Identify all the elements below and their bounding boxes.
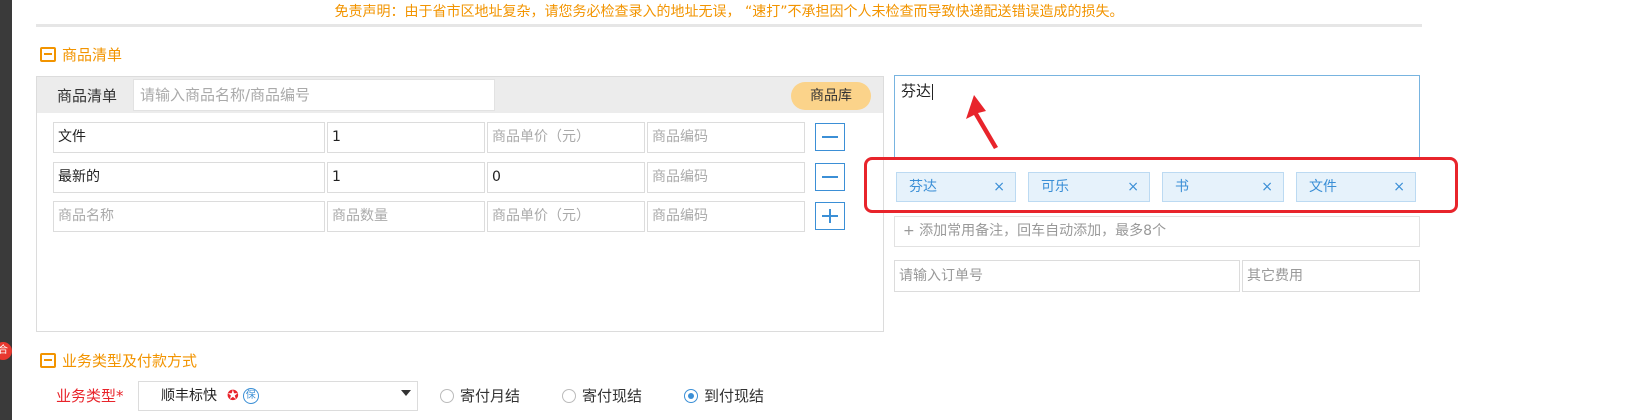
payment-option-sender-cash[interactable]: 寄付现结: [562, 385, 642, 406]
business-type-value: 顺丰标快: [161, 388, 217, 404]
list-icon: [40, 47, 56, 62]
business-type-select[interactable]: 顺丰标快 ✪ 保: [138, 381, 418, 411]
goods-name-field[interactable]: 最新的: [53, 162, 325, 193]
goods-code-field[interactable]: 商品编码: [647, 162, 805, 193]
goods-section-title-text: 商品清单: [62, 46, 123, 64]
remove-row-button[interactable]: [815, 123, 845, 151]
order-number-input[interactable]: [894, 260, 1240, 292]
payment-option-cod[interactable]: 到付现结: [684, 385, 764, 406]
payment-option-monthly[interactable]: 寄付月结: [440, 385, 520, 406]
goods-price-field[interactable]: 0: [487, 162, 645, 193]
business-type-label: 业务类型*: [56, 387, 124, 405]
business-section-title: 业务类型及付款方式: [40, 350, 197, 371]
minus-icon: [822, 136, 838, 138]
goods-price-field[interactable]: 商品单价（元）: [487, 122, 645, 153]
goods-header: 商品清单 商品库: [37, 77, 883, 113]
remark-text: 芬达: [901, 82, 932, 100]
goods-library-button[interactable]: 商品库: [791, 82, 871, 110]
radio-icon: [562, 388, 576, 403]
chevron-down-icon: [401, 390, 411, 396]
business-icon: [40, 353, 56, 368]
goods-section-title: 商品清单: [40, 44, 122, 65]
payment-option-label: 寄付现结: [582, 387, 643, 405]
highlight-box: [864, 157, 1458, 213]
disclaimer-text: 免责声明：由于省市区地址复杂，请您务必检查录入的地址无误， “速打”不承担因个人…: [334, 4, 1124, 20]
arrow-annotation-icon: [966, 95, 998, 149]
goods-name-field[interactable]: 商品名称: [53, 201, 325, 232]
goods-qty-field[interactable]: 商品数量: [327, 201, 485, 232]
other-fee-input[interactable]: [1242, 260, 1420, 292]
goods-name-field[interactable]: 文件: [53, 122, 325, 153]
remove-row-button[interactable]: [815, 163, 845, 191]
add-remark-field[interactable]: + 添加常用备注，回车自动添加，最多8个: [894, 216, 1420, 247]
goods-search-input[interactable]: [133, 79, 495, 111]
plus-icon: [829, 209, 831, 223]
goods-code-field[interactable]: 商品编码: [647, 122, 805, 153]
radio-icon: [440, 388, 454, 403]
goods-qty-field[interactable]: 1: [327, 122, 485, 153]
goods-header-label: 商品清单: [57, 87, 118, 105]
payment-option-label: 寄付月结: [460, 387, 521, 405]
add-row-button[interactable]: [815, 202, 845, 230]
goods-qty-field[interactable]: 1: [327, 162, 485, 193]
star-icon: ✪: [227, 388, 239, 404]
goods-list-panel: 商品清单 商品库 文件 1 商品单价（元） 商品编码 最新的 1 0 商品编码 …: [36, 76, 884, 332]
radio-selected-icon: [684, 388, 698, 403]
goods-code-field[interactable]: 商品编码: [647, 201, 805, 232]
goods-price-field[interactable]: 商品单价（元）: [487, 201, 645, 232]
divider: [36, 24, 1422, 27]
text-caret: [932, 83, 934, 100]
minus-icon: [822, 176, 838, 178]
business-section-title-text: 业务类型及付款方式: [62, 352, 198, 370]
payment-option-label: 到付现结: [704, 387, 765, 405]
insured-icon: 保: [242, 388, 259, 404]
